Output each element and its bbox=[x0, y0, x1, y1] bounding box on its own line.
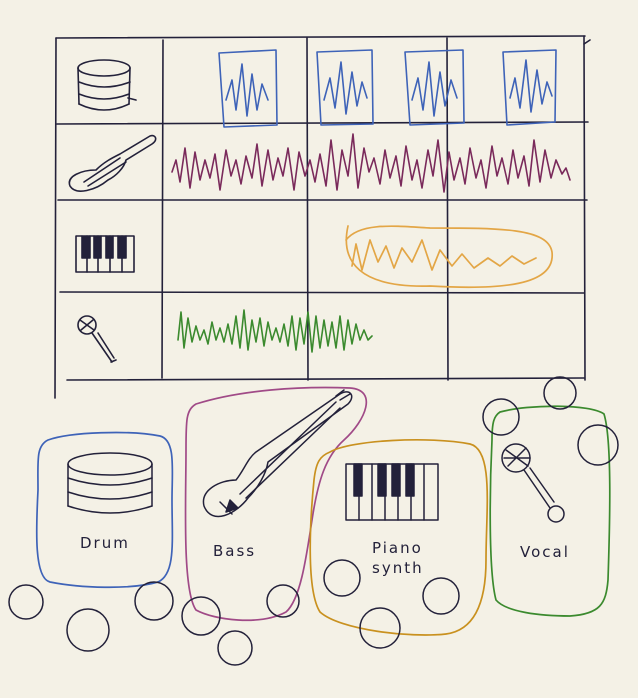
trigger-pad[interactable] bbox=[8, 584, 44, 620]
grid-bottom-line bbox=[66, 377, 585, 381]
drum-clip bbox=[404, 49, 465, 126]
piano-synth-pad[interactable]: Piano synth bbox=[309, 439, 489, 636]
drum-clip bbox=[316, 49, 374, 126]
vocal-pad-outline bbox=[489, 405, 611, 617]
drum-pad[interactable]: Drum bbox=[35, 431, 174, 589]
drum-clip bbox=[502, 49, 557, 126]
trigger-pad[interactable] bbox=[482, 398, 520, 436]
drum-clips bbox=[218, 49, 557, 128]
grid-row-line bbox=[59, 291, 585, 294]
timeline-grid bbox=[54, 35, 591, 399]
drum-icon bbox=[67, 452, 153, 514]
trigger-pad[interactable] bbox=[422, 577, 460, 615]
synth-label: synth bbox=[372, 559, 424, 577]
piano-label: Piano bbox=[372, 539, 423, 557]
trigger-pad[interactable] bbox=[577, 424, 619, 466]
trigger-pad[interactable] bbox=[134, 581, 174, 621]
drum-icon bbox=[77, 59, 137, 111]
trigger-pad[interactable] bbox=[359, 607, 401, 649]
piano-synth-clip bbox=[345, 225, 553, 289]
microphone-icon bbox=[77, 315, 117, 363]
grid-right-line bbox=[583, 35, 586, 381]
trigger-pad[interactable] bbox=[543, 376, 577, 410]
trigger-pad[interactable] bbox=[323, 559, 361, 597]
grid-corner-flick bbox=[583, 39, 591, 45]
drum-pad-outline bbox=[35, 431, 174, 589]
grid-col-line bbox=[161, 39, 164, 379]
vocal-pad[interactable]: Vocal bbox=[489, 405, 611, 617]
bass-label: Bass bbox=[213, 542, 256, 560]
bass-guitar-icon bbox=[68, 134, 157, 192]
microphone-icon bbox=[501, 443, 565, 523]
bass-pad-outline bbox=[184, 386, 368, 622]
bass-pad[interactable]: Bass bbox=[184, 386, 368, 622]
drum-label: Drum bbox=[80, 534, 130, 552]
bass-guitar-icon bbox=[202, 389, 353, 518]
piano-keys-icon bbox=[345, 463, 439, 521]
grid-left-line bbox=[54, 37, 57, 399]
grid-top-line bbox=[55, 35, 586, 39]
trigger-pad[interactable] bbox=[66, 608, 110, 652]
drum-clip bbox=[218, 49, 278, 128]
grid-col-line bbox=[446, 37, 449, 381]
bass-clip bbox=[171, 133, 571, 193]
piano-keys-icon bbox=[75, 235, 135, 273]
sketch-canvas: Drum Bass Piano synth Vocal bbox=[8, 35, 619, 666]
vocal-label: Vocal bbox=[520, 543, 570, 561]
trigger-pads bbox=[8, 376, 619, 666]
trigger-pad[interactable] bbox=[217, 630, 253, 666]
grid-col-line bbox=[306, 37, 309, 381]
vocal-clip bbox=[177, 309, 373, 353]
grid-row-line bbox=[56, 121, 589, 125]
